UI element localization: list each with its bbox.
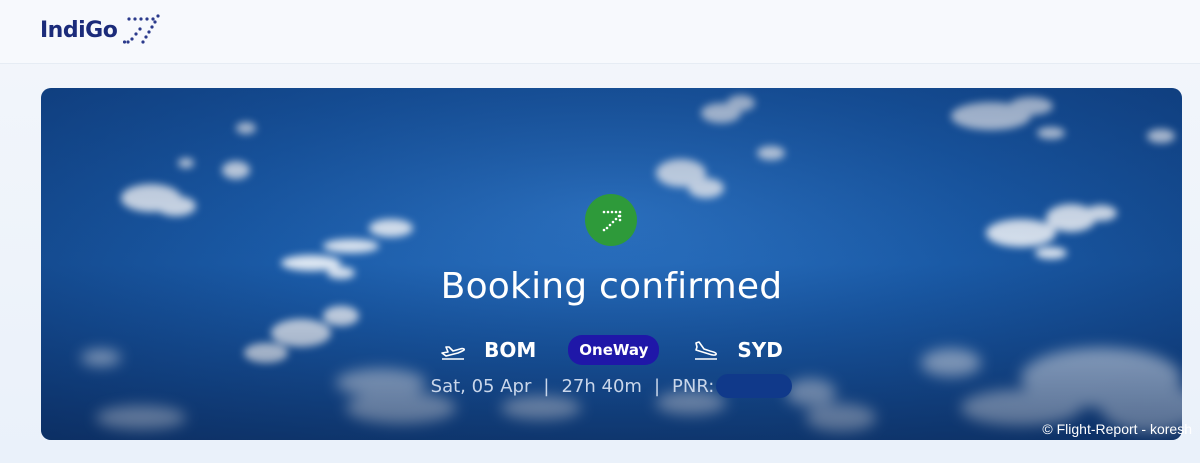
top-header: IndiGo <box>0 0 1200 64</box>
booking-status-title: Booking confirmed <box>440 266 783 307</box>
confirmed-arrow-icon <box>585 194 637 246</box>
indigo-logo[interactable]: IndiGo <box>40 10 161 50</box>
flight-date: Sat, 05 Apr <box>430 375 532 397</box>
photo-credit: © Flight-Report - koresh <box>1042 421 1192 437</box>
flight-duration: 27h 40m <box>561 375 642 397</box>
takeoff-icon <box>440 340 466 360</box>
separator: | <box>653 375 661 397</box>
brand-name: IndiGo <box>40 17 118 43</box>
destination-airport-code: SYD <box>737 338 783 362</box>
flight-route: BOM OneWay SYD <box>41 334 1182 366</box>
separator: | <box>543 375 550 397</box>
pnr-label: PNR: <box>672 375 715 397</box>
origin-airport-code: BOM <box>484 338 537 362</box>
trip-type-badge: OneWay <box>568 335 660 365</box>
pnr-redacted-value <box>716 374 793 398</box>
flight-details: Sat, 05 Apr | 27h 40m | PNR: <box>41 373 1182 399</box>
indigo-dotted-arrow-icon <box>123 11 161 50</box>
landing-icon <box>693 340 719 360</box>
booking-hero-banner: Booking confirmed BOM OneWay SYD Sat, 05… <box>41 88 1182 440</box>
